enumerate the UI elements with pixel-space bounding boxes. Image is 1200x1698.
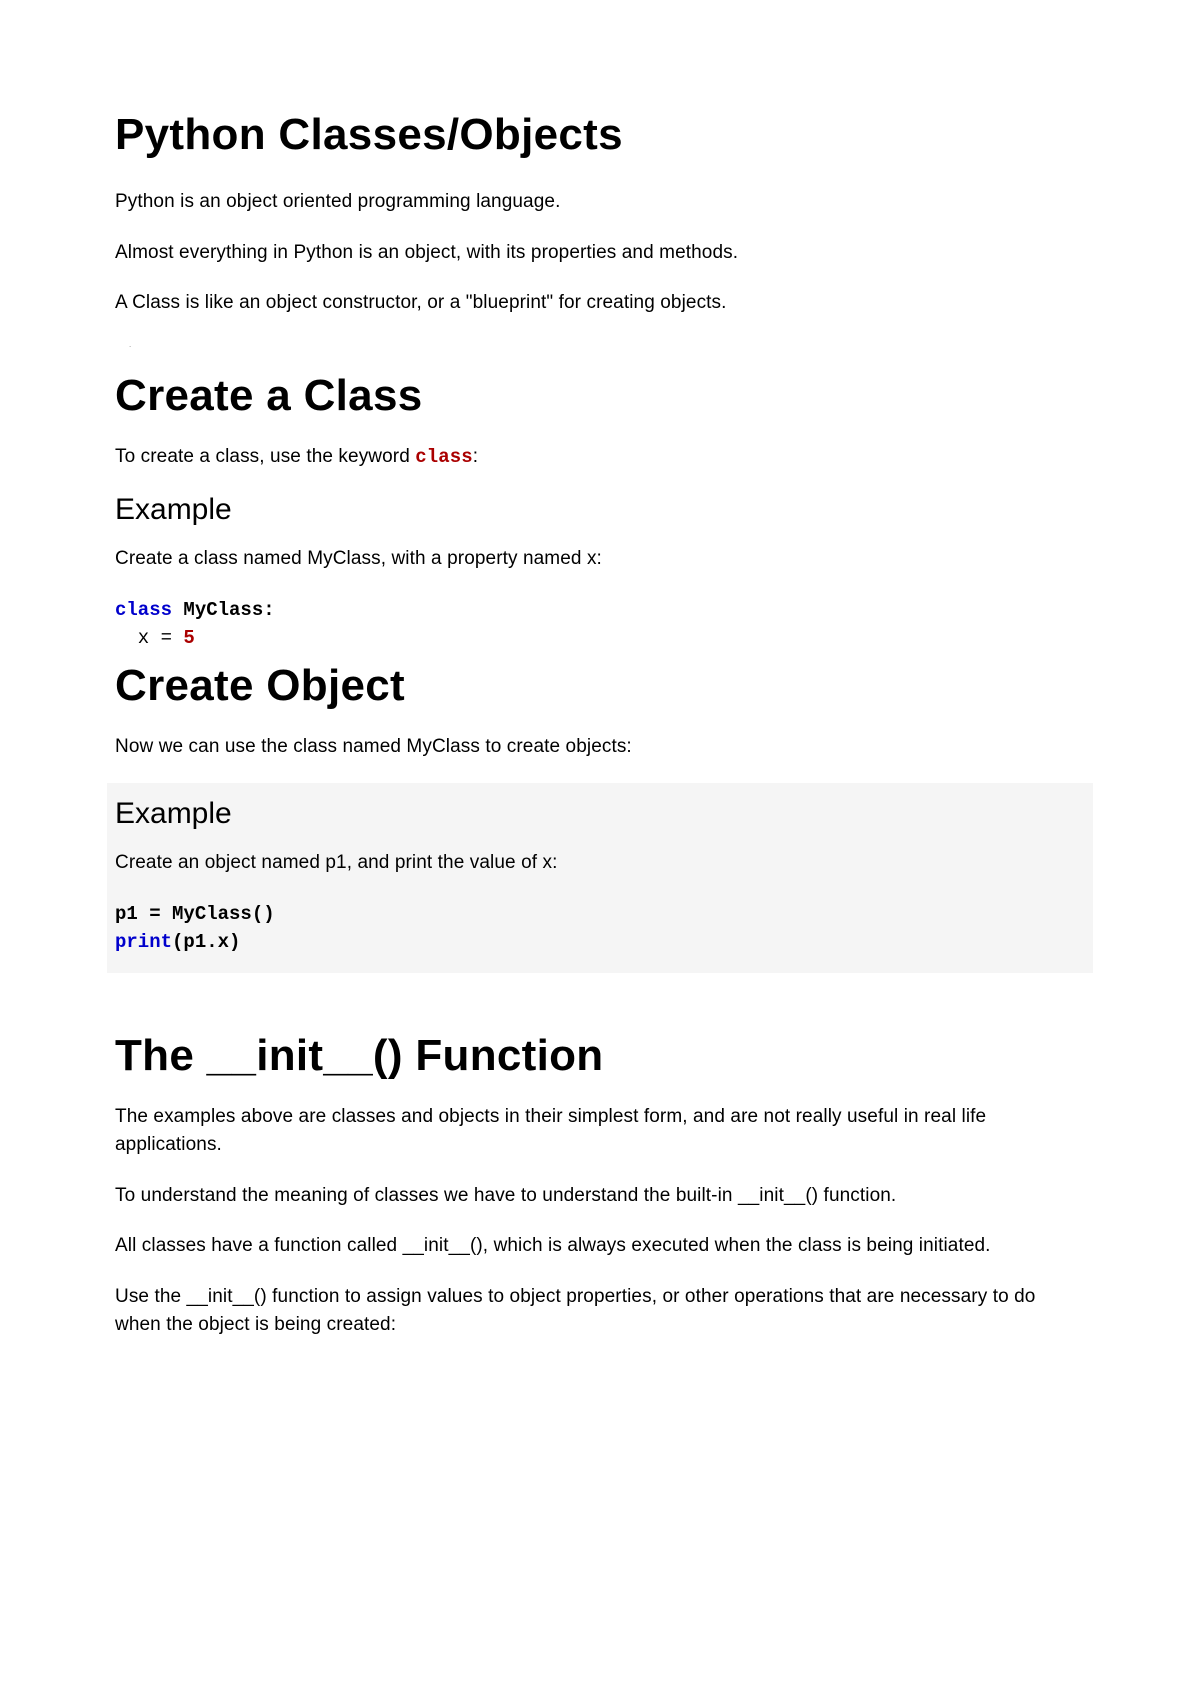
example-heading-2: Example: [115, 797, 1085, 831]
intro-paragraph-2: Almost everything in Python is an object…: [115, 239, 1085, 268]
code-keyword-print: print: [115, 931, 172, 953]
init-paragraph-1: The examples above are classes and objec…: [115, 1103, 1085, 1160]
code-line2-indent: x =: [115, 627, 183, 649]
example-heading-1: Example: [115, 493, 1085, 527]
example2-description: Create an object named p1, and print the…: [115, 849, 1085, 878]
section-init-title: The __init__() Function: [115, 1031, 1085, 1081]
section-spacer: [115, 973, 1085, 1023]
init-paragraph-4: Use the __init__() function to assign va…: [115, 1283, 1085, 1340]
code-print-args: (p1.x): [172, 931, 240, 953]
init-paragraph-3: All classes have a function called __ini…: [115, 1232, 1085, 1261]
separator-dot: .: [129, 340, 1085, 349]
intro-paragraph-3: A Class is like an object constructor, o…: [115, 289, 1085, 318]
section-create-object-title: Create Object: [115, 661, 1085, 711]
code-number-5: 5: [183, 627, 194, 649]
code-line-p1: p1 = MyClass(): [115, 903, 275, 925]
code-block-1: class MyClass: x = 5: [115, 596, 1085, 653]
code-block-2: p1 = MyClass() print(p1.x): [115, 900, 1085, 957]
create-class-intro: To create a class, use the keyword class…: [115, 443, 1085, 472]
main-title: Python Classes/Objects: [115, 110, 1085, 160]
class-keyword-inline: class: [415, 446, 473, 468]
code-classname: MyClass:: [172, 599, 275, 621]
text-before-keyword: To create a class, use the keyword: [115, 446, 415, 467]
example-gray-box: Example Create an object named p1, and p…: [107, 783, 1093, 973]
intro-paragraph-1: Python is an object oriented programming…: [115, 188, 1085, 217]
init-paragraph-2: To understand the meaning of classes we …: [115, 1182, 1085, 1211]
create-object-intro: Now we can use the class named MyClass t…: [115, 733, 1085, 762]
example1-description: Create a class named MyClass, with a pro…: [115, 545, 1085, 574]
code-keyword-class: class: [115, 599, 172, 621]
text-after-keyword: :: [473, 446, 478, 467]
section-create-class-title: Create a Class: [115, 371, 1085, 421]
